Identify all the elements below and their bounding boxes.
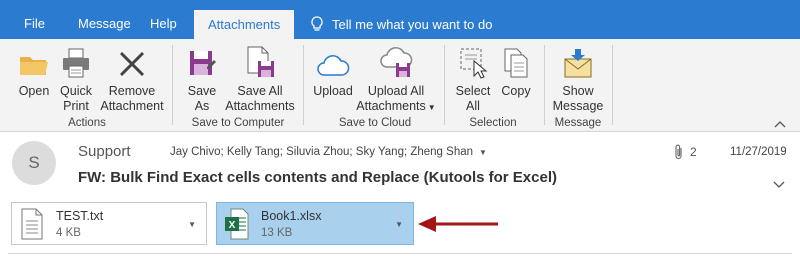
group-label-save-to-cloud: Save to Cloud <box>338 117 412 129</box>
remove-x-icon <box>119 51 145 77</box>
tab-message[interactable]: Message <box>78 0 131 39</box>
open-label: Open <box>18 84 50 98</box>
save-as-label-2: As <box>194 99 210 113</box>
printer-icon <box>63 48 89 78</box>
ribbon-separator <box>172 45 173 125</box>
show-message-label-2: Message <box>552 99 604 113</box>
ribbon: Open Quick Print Remove Attachment Actio… <box>0 39 800 132</box>
chevron-down-icon[interactable]: ▼ <box>479 148 487 157</box>
ribbon-tab-bar: File Message Help Attachments Tell me wh… <box>0 0 800 39</box>
upload-all-label-2: Attachments ▼ <box>356 99 436 113</box>
remove-attachment-label-2: Attachment <box>100 99 164 113</box>
copy-icon <box>504 48 528 78</box>
select-all-icon <box>460 48 488 79</box>
tab-help[interactable]: Help <box>150 0 177 39</box>
show-message-button[interactable]: Show Message <box>552 45 604 114</box>
save-as-label-1: Save <box>187 84 217 98</box>
remove-attachment-button[interactable]: Remove Attachment <box>98 45 166 114</box>
tab-file[interactable]: File <box>24 0 45 39</box>
quick-print-button[interactable]: Quick Print <box>56 45 96 114</box>
select-all-button[interactable]: Select All <box>452 45 494 114</box>
ribbon-separator <box>544 45 545 125</box>
message-date: 11/27/2019 <box>730 146 787 158</box>
save-all-icon <box>247 46 274 77</box>
attachment-item-selected[interactable]: X Book1.xlsx 13 KB ▼ <box>216 202 414 245</box>
attachment-name: TEST.txt <box>56 209 104 223</box>
avatar: S <box>12 141 56 185</box>
save-all-label-2: Attachments <box>225 99 295 113</box>
attachment-count-value: 2 <box>690 145 697 159</box>
collapse-ribbon-chevron-up-icon[interactable] <box>774 119 786 129</box>
attachment-menu-chevron-down-icon[interactable]: ▼ <box>188 220 196 229</box>
group-label-save-to-computer: Save to Computer <box>191 117 285 129</box>
save-as-icon <box>190 51 216 75</box>
attachment-count: 2 <box>674 144 697 160</box>
save-all-attachments-button[interactable]: Save All Attachments <box>224 45 296 114</box>
save-as-button[interactable]: Save As <box>180 45 224 114</box>
tab-attachments[interactable]: Attachments <box>194 10 295 39</box>
attachment-item[interactable]: TEST.txt 4 KB ▼ <box>11 202 207 245</box>
group-label-selection: Selection <box>469 117 517 129</box>
svg-text:X: X <box>229 220 236 231</box>
upload-button[interactable]: Upload <box>310 45 356 99</box>
attachment-size: 13 KB <box>261 227 293 239</box>
cloud-icon <box>317 55 350 76</box>
quick-print-label-2: Print <box>63 99 89 113</box>
select-all-label-1: Select <box>455 84 491 98</box>
attachment-menu-chevron-down-icon[interactable]: ▼ <box>395 220 403 229</box>
copy-label: Copy <box>501 84 531 98</box>
tell-me-label: Tell me what you want to do <box>332 16 493 32</box>
save-all-label-1: Save All <box>237 84 283 98</box>
paperclip-icon <box>675 144 682 160</box>
copy-button[interactable]: Copy <box>496 45 536 99</box>
group-label-actions: Actions <box>68 117 106 129</box>
select-all-label-2: All <box>466 99 480 113</box>
open-button[interactable]: Open <box>14 45 54 99</box>
message-subject: FW: Bulk Find Exact cells contents and R… <box>78 169 557 186</box>
upload-label: Upload <box>313 84 353 98</box>
recipients[interactable]: Jay Chivo; Kelly Tang; Siluvia Zhou; Sky… <box>170 146 487 158</box>
group-label-message: Message <box>554 117 602 129</box>
upload-all-attachments-button[interactable]: Upload All Attachments ▼ <box>356 45 436 115</box>
tell-me-search[interactable]: Tell me what you want to do <box>310 16 492 32</box>
folder-icon <box>20 57 48 75</box>
chevron-down-icon: ▼ <box>427 103 436 112</box>
attachment-name: Book1.xlsx <box>261 209 322 223</box>
quick-print-label-1: Quick <box>60 84 92 98</box>
cloud-upload-all-icon <box>380 47 413 77</box>
show-message-label-1: Show <box>562 84 594 98</box>
lightbulb-icon <box>311 16 323 31</box>
ribbon-separator <box>612 45 613 125</box>
ribbon-separator <box>303 45 304 125</box>
text-file-icon <box>21 208 43 240</box>
expand-header-chevron-down-icon[interactable] <box>773 180 785 190</box>
envelope-arrow-icon <box>564 49 592 78</box>
ribbon-separator <box>444 45 445 125</box>
divider <box>8 253 792 254</box>
sender-name[interactable]: Support <box>78 143 131 160</box>
attachment-size: 4 KB <box>56 227 81 239</box>
annotation-arrow-icon <box>418 216 498 232</box>
excel-file-icon: X <box>225 208 249 240</box>
remove-attachment-label-1: Remove <box>108 84 156 98</box>
upload-all-label-1: Upload All <box>367 84 425 98</box>
